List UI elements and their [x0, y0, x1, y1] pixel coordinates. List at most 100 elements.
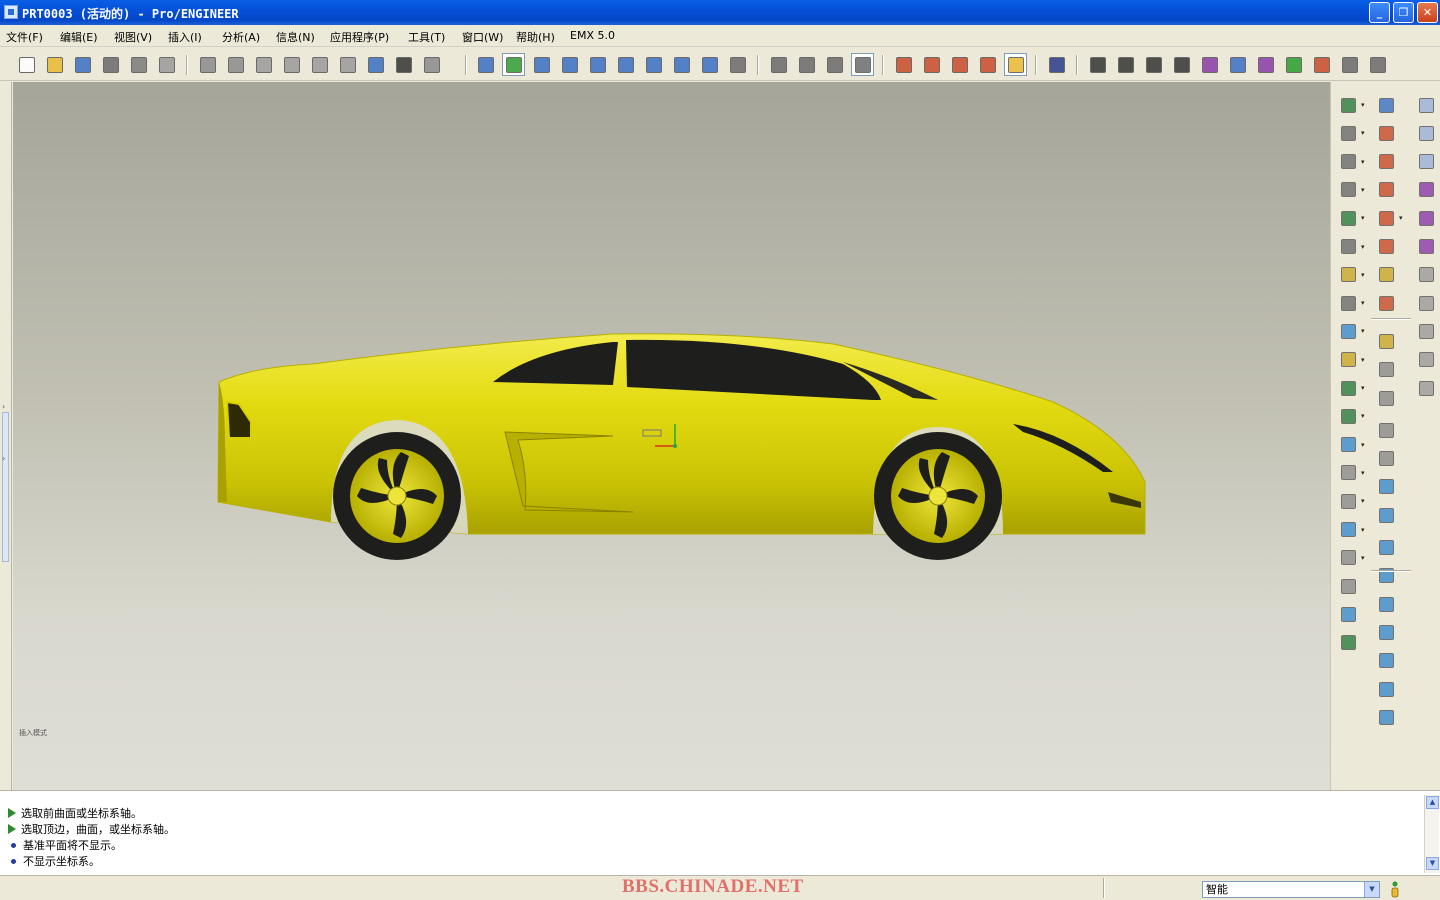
sweep-blend-button[interactable] — [1415, 94, 1437, 116]
datum-curve-tool-button[interactable] — [1375, 179, 1397, 201]
curvature-analysis-button[interactable] — [1198, 53, 1221, 76]
hole-tool-button[interactable] — [1337, 94, 1359, 116]
style-tool-button[interactable] — [1337, 405, 1359, 427]
chevron-down-icon[interactable]: ▾ — [1399, 215, 1405, 222]
menu-view[interactable]: 视图(V) — [114, 29, 152, 45]
coordinate-system-tool-button[interactable] — [1375, 236, 1397, 258]
spin-center-button[interactable] — [502, 53, 525, 76]
find-button[interactable] — [392, 53, 415, 76]
datum-plane-toggle-button[interactable] — [892, 53, 915, 76]
flip-tool-button[interactable] — [1415, 349, 1437, 371]
wrap-tool-button[interactable] — [1375, 593, 1397, 615]
variable-section-sweep-button[interactable] — [1337, 349, 1359, 371]
mass-properties-button[interactable] — [1170, 53, 1193, 76]
sketch-tool-button[interactable] — [1375, 94, 1397, 116]
view-manager-button[interactable] — [726, 53, 749, 76]
cosmetic-thread-button[interactable] — [1337, 264, 1359, 286]
collapse-arrow-icon[interactable]: › — [2, 402, 5, 411]
context-help-button[interactable] — [1045, 53, 1068, 76]
menu-tools[interactable]: 工具(T) — [408, 29, 445, 45]
wireframe-button[interactable] — [767, 53, 790, 76]
menu-file[interactable]: 文件(F) — [6, 29, 43, 45]
fill-tool-button[interactable] — [1375, 621, 1397, 643]
trim-tool-button[interactable] — [1337, 462, 1359, 484]
extend-tool-button[interactable] — [1375, 504, 1397, 526]
mirror-tool-button[interactable] — [1337, 519, 1359, 541]
traffic-light-icon[interactable] — [1389, 880, 1401, 898]
datum-point-tool-button[interactable] — [1375, 207, 1397, 229]
emx-button[interactable] — [1337, 632, 1359, 654]
rib-tool-button[interactable] — [1337, 151, 1359, 173]
revolve-tool-button[interactable] — [1337, 320, 1359, 342]
rebuild-tool-button[interactable] — [1337, 547, 1359, 569]
analysis-feature-button[interactable] — [1375, 264, 1397, 286]
expand-arrow-icon[interactable]: › — [2, 454, 5, 463]
round-tool-button[interactable] — [1337, 207, 1359, 229]
no-hidden-button[interactable] — [823, 53, 846, 76]
zoom-in-button[interactable] — [558, 53, 581, 76]
saved-views-button[interactable] — [670, 53, 693, 76]
close-button[interactable]: ✕ — [1417, 2, 1438, 23]
restore-button[interactable]: ❐ — [1393, 2, 1414, 23]
chevron-down-icon[interactable]: ▾ — [1361, 102, 1367, 109]
shape-tool-button[interactable] — [1375, 387, 1397, 409]
measure-distance-button[interactable] — [1086, 53, 1109, 76]
copy-paste-tool-button[interactable] — [1375, 359, 1397, 381]
copy-button[interactable] — [280, 53, 303, 76]
datum-axis-toggle-button[interactable] — [920, 53, 943, 76]
send-mail-button[interactable] — [127, 53, 150, 76]
paste-special-button[interactable] — [336, 53, 359, 76]
solidify-tool-button[interactable] — [1375, 476, 1397, 498]
draft-tool-button[interactable] — [1337, 179, 1359, 201]
wave-surface-button[interactable] — [1415, 236, 1437, 258]
intersect-tool-button[interactable] — [1375, 537, 1397, 559]
coordinate-system-toggle-button[interactable] — [976, 53, 999, 76]
offset-tool-button[interactable] — [1375, 419, 1397, 441]
draft-analysis-button[interactable] — [1282, 53, 1305, 76]
chevron-down-icon[interactable]: ▾ — [1361, 441, 1367, 448]
annotation-toggle-button[interactable] — [1004, 53, 1027, 76]
chevron-down-icon[interactable]: ▾ — [1361, 554, 1367, 561]
layers-button[interactable] — [698, 53, 721, 76]
project-tool-button[interactable] — [1375, 565, 1397, 587]
graph-tool-button[interactable] — [1415, 207, 1437, 229]
save-button[interactable] — [71, 53, 94, 76]
deviation-analysis-button[interactable] — [1254, 53, 1277, 76]
merge-tool-button[interactable] — [1337, 434, 1359, 456]
measure-area-button[interactable] — [1142, 53, 1165, 76]
saved-analysis-button[interactable] — [1338, 53, 1361, 76]
freeform-tool-button[interactable] — [1337, 575, 1359, 597]
hidden-line-button[interactable] — [795, 53, 818, 76]
menu-insert[interactable]: 插入(I) — [168, 29, 202, 45]
menu-help[interactable]: 帮助(H) — [516, 29, 555, 45]
swept-blend-button[interactable] — [1415, 151, 1437, 173]
chevron-down-icon[interactable]: ▼ — [1364, 882, 1379, 897]
chevron-down-icon[interactable]: ▾ — [1361, 526, 1367, 533]
scroll-up-icon[interactable]: ▲ — [1426, 796, 1439, 809]
menu-applications[interactable]: 应用程序(P) — [330, 29, 389, 45]
offset-plane-button[interactable] — [1415, 292, 1437, 314]
menu-info[interactable]: 信息(N) — [276, 29, 315, 45]
print-button[interactable] — [99, 53, 122, 76]
rotate-plane-button[interactable] — [1415, 320, 1437, 342]
chevron-down-icon[interactable]: ▾ — [1361, 356, 1367, 363]
reflection-analysis-button[interactable] — [1310, 53, 1333, 76]
chevron-down-icon[interactable]: ▾ — [1361, 498, 1367, 505]
chevron-down-icon[interactable]: ▾ — [1361, 186, 1367, 193]
helical-sweep-button[interactable] — [1415, 122, 1437, 144]
message-scrollbar[interactable]: ▲ ▼ — [1424, 795, 1439, 873]
chamfer-tool-button[interactable] — [1337, 236, 1359, 258]
zoom-out-button[interactable] — [586, 53, 609, 76]
redo-button[interactable] — [224, 53, 247, 76]
refit-button[interactable] — [614, 53, 637, 76]
paste-button[interactable] — [308, 53, 331, 76]
chevron-down-icon[interactable]: ▾ — [1361, 271, 1367, 278]
placement-tool-button[interactable] — [1375, 330, 1397, 352]
chevron-down-icon[interactable]: ▾ — [1361, 130, 1367, 137]
surface-patch-button[interactable] — [1415, 377, 1437, 399]
new-file-button[interactable] — [15, 53, 38, 76]
boundary-surface-button[interactable] — [1375, 678, 1397, 700]
boundary-blend-button[interactable] — [1337, 377, 1359, 399]
datum-point-toggle-button[interactable] — [948, 53, 971, 76]
blend-surface-button[interactable] — [1375, 650, 1397, 672]
